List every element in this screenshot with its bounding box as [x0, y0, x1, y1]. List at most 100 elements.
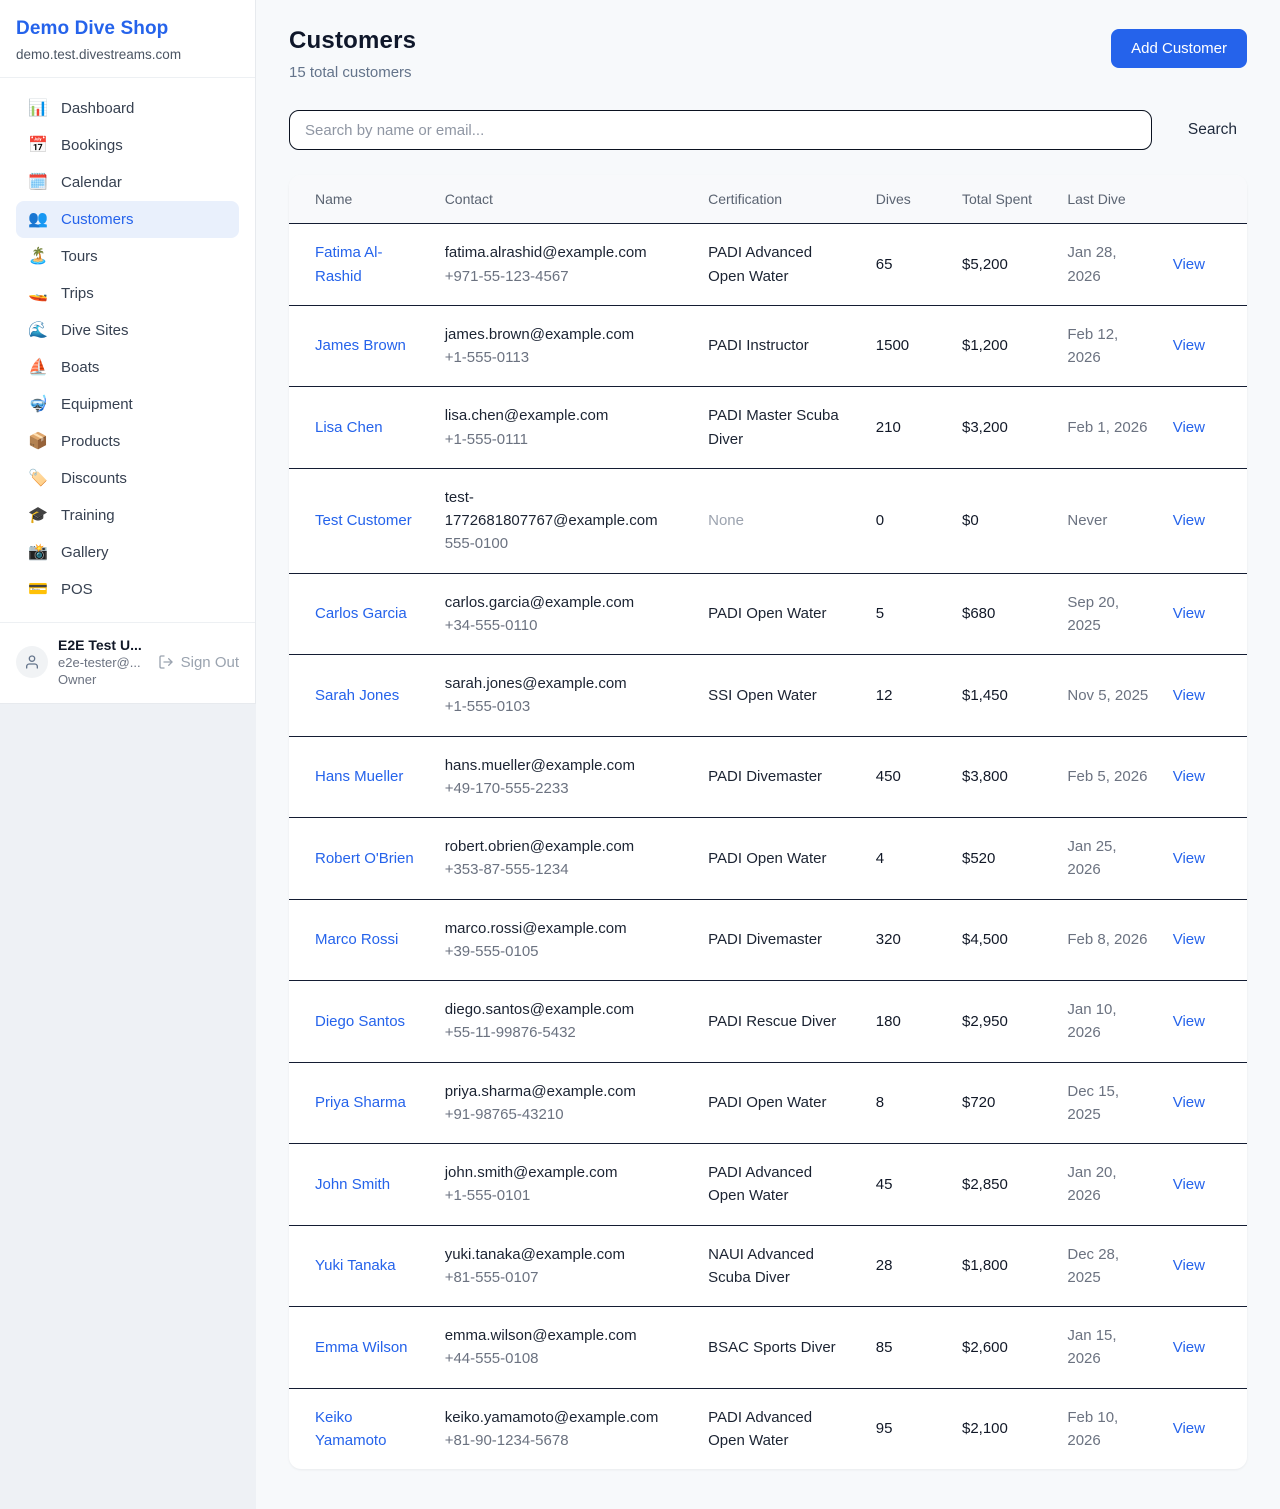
last-dive-date: Feb 8, 2026 — [1067, 928, 1148, 951]
wave-icon: 🌊 — [28, 323, 48, 339]
table-row: Test Customertest-1772681807767@example.… — [289, 468, 1247, 573]
sidebar-item-dashboard[interactable]: 📊Dashboard — [16, 90, 239, 127]
customer-phone: +55-11-99876-5432 — [445, 1021, 684, 1044]
customer-email: emma.wilson@example.com — [445, 1324, 684, 1347]
table-body: Fatima Al-Rashidfatima.alrashid@example.… — [289, 224, 1247, 1469]
customer-email: lisa.chen@example.com — [445, 404, 684, 427]
speedboat-icon: 🚤 — [28, 286, 48, 302]
customer-phone: +1-555-0101 — [445, 1184, 684, 1207]
customer-phone: +39-555-0105 — [445, 940, 684, 963]
last-dive-date: Dec 15, 2025 — [1067, 1080, 1148, 1127]
camera-icon: 📸 — [28, 545, 48, 561]
view-link[interactable]: View — [1173, 850, 1205, 867]
customer-email: priya.sharma@example.com — [445, 1080, 684, 1103]
sidebar-item-label: Discounts — [61, 470, 127, 487]
customer-name-link[interactable]: Keiko Yamamoto — [315, 1409, 386, 1449]
customer-name-link[interactable]: Sarah Jones — [315, 687, 399, 704]
add-customer-button[interactable]: Add Customer — [1111, 29, 1247, 68]
sidebar-item-boats[interactable]: ⛵Boats — [16, 349, 239, 386]
customer-name-link[interactable]: John Smith — [315, 1176, 390, 1193]
user-role: Owner — [58, 672, 142, 687]
sidebar-item-products[interactable]: 📦Products — [16, 423, 239, 460]
total-spent: $1,200 — [962, 334, 1043, 357]
view-link[interactable]: View — [1173, 1257, 1205, 1274]
people-icon: 👥 — [28, 212, 48, 228]
sidebar-item-bookings[interactable]: 📅Bookings — [16, 127, 239, 164]
column-header-name: Name — [289, 175, 433, 224]
table-row: Keiko Yamamotokeiko.yamamoto@example.com… — [289, 1388, 1247, 1469]
customer-name-link[interactable]: Emma Wilson — [315, 1339, 408, 1356]
customer-name-link[interactable]: Carlos Garcia — [315, 605, 407, 622]
dives-count: 4 — [876, 847, 938, 870]
certification: PADI Open Water — [708, 1091, 852, 1114]
customer-name-link[interactable]: Marco Rossi — [315, 931, 398, 948]
spiral-calendar-icon: 🗓️ — [28, 175, 48, 191]
search-button[interactable]: Search — [1178, 121, 1247, 139]
customer-name-link[interactable]: Fatima Al-Rashid — [315, 244, 383, 284]
sidebar-item-gallery[interactable]: 📸Gallery — [16, 534, 239, 571]
view-link[interactable]: View — [1173, 1094, 1205, 1111]
sidebar-item-dive-sites[interactable]: 🌊Dive Sites — [16, 312, 239, 349]
total-spent: $2,600 — [962, 1336, 1043, 1359]
sidebar-item-tours[interactable]: 🏝️Tours — [16, 238, 239, 275]
search-input[interactable] — [289, 110, 1152, 150]
sidebar-item-discounts[interactable]: 🏷️Discounts — [16, 460, 239, 497]
view-link[interactable]: View — [1173, 1013, 1205, 1030]
dives-count: 180 — [876, 1010, 938, 1033]
customer-name-link[interactable]: Robert O'Brien — [315, 850, 414, 867]
customer-name-link[interactable]: Diego Santos — [315, 1013, 405, 1030]
total-spent: $3,200 — [962, 416, 1043, 439]
sidebar-item-customers[interactable]: 👥Customers — [16, 201, 239, 238]
dives-count: 65 — [876, 253, 938, 276]
view-link[interactable]: View — [1173, 687, 1205, 704]
view-link[interactable]: View — [1173, 768, 1205, 785]
dives-count: 28 — [876, 1254, 938, 1277]
sign-out-button[interactable]: Sign Out — [158, 654, 239, 671]
view-link[interactable]: View — [1173, 256, 1205, 273]
view-link[interactable]: View — [1173, 1339, 1205, 1356]
certification: BSAC Sports Diver — [708, 1336, 852, 1359]
sign-out-icon — [158, 654, 174, 670]
view-link[interactable]: View — [1173, 512, 1205, 529]
page-heading-group: Customers 15 total customers — [289, 27, 416, 81]
column-header-total-spent: Total Spent — [950, 175, 1055, 224]
sidebar-item-pos[interactable]: 💳POS — [16, 571, 239, 608]
total-spent: $680 — [962, 602, 1043, 625]
sidebar-item-trips[interactable]: 🚤Trips — [16, 275, 239, 312]
page-header: Customers 15 total customers Add Custome… — [289, 27, 1247, 81]
sidebar-item-calendar[interactable]: 🗓️Calendar — [16, 164, 239, 201]
customer-phone: +971-55-123-4567 — [445, 265, 684, 288]
table-header-row: NameContactCertificationDivesTotal Spent… — [289, 175, 1247, 224]
shop-name: Demo Dive Shop — [16, 18, 239, 40]
view-link[interactable]: View — [1173, 1176, 1205, 1193]
customer-phone: +353-87-555-1234 — [445, 858, 684, 881]
customers-table: NameContactCertificationDivesTotal Spent… — [289, 175, 1247, 1469]
user-section: E2E Test U... e2e-tester@... Owner Sign … — [0, 623, 255, 703]
sidebar-item-label: Training — [61, 507, 115, 524]
view-link[interactable]: View — [1173, 419, 1205, 436]
contact-cell: emma.wilson@example.com+44-555-0108 — [433, 1307, 696, 1389]
main-content: Customers 15 total customers Add Custome… — [256, 0, 1280, 1509]
view-link[interactable]: View — [1173, 605, 1205, 622]
view-link[interactable]: View — [1173, 931, 1205, 948]
table-row: Carlos Garciacarlos.garcia@example.com+3… — [289, 573, 1247, 655]
column-header-dives: Dives — [864, 175, 950, 224]
customer-name-link[interactable]: Lisa Chen — [315, 419, 383, 436]
package-icon: 📦 — [28, 434, 48, 450]
contact-cell: marco.rossi@example.com+39-555-0105 — [433, 899, 696, 981]
customer-phone: +44-555-0108 — [445, 1347, 684, 1370]
customer-name-link[interactable]: Hans Mueller — [315, 768, 403, 785]
sidebar-item-label: Tours — [61, 248, 98, 265]
sidebar-item-training[interactable]: 🎓Training — [16, 497, 239, 534]
sidebar-item-equipment[interactable]: 🤿Equipment — [16, 386, 239, 423]
view-link[interactable]: View — [1173, 337, 1205, 354]
customer-name-link[interactable]: Yuki Tanaka — [315, 1257, 396, 1274]
customer-name-link[interactable]: Priya Sharma — [315, 1094, 406, 1111]
customer-name-link[interactable]: Test Customer — [315, 512, 412, 529]
customer-name-link[interactable]: James Brown — [315, 337, 406, 354]
table-row: Hans Muellerhans.mueller@example.com+49-… — [289, 736, 1247, 818]
column-header-certification: Certification — [696, 175, 864, 224]
view-link[interactable]: View — [1173, 1420, 1205, 1437]
contact-cell: james.brown@example.com+1-555-0113 — [433, 305, 696, 387]
last-dive-date: Jan 25, 2026 — [1067, 835, 1148, 882]
